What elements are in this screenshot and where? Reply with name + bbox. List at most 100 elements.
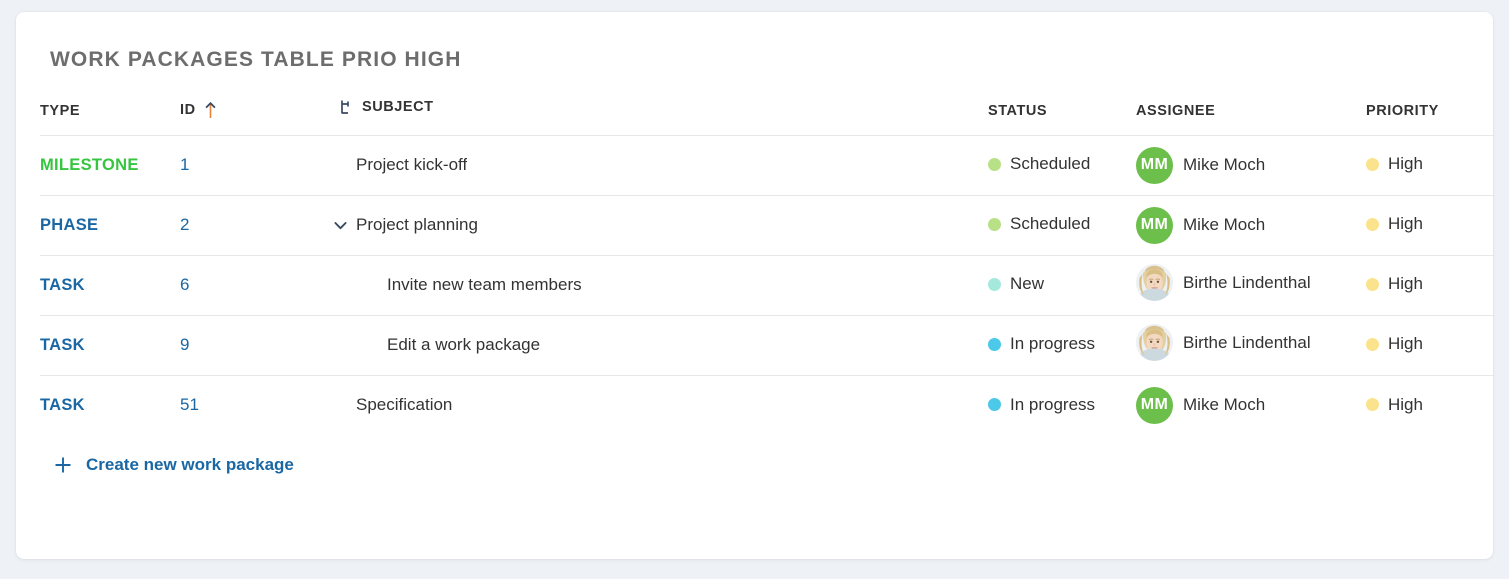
cell-assignee: Birthe Lindenthal — [1136, 254, 1366, 315]
subject-text[interactable]: Edit a work package — [387, 335, 540, 355]
cell-id: 1 — [180, 134, 320, 195]
work-package-id-link[interactable]: 1 — [180, 155, 189, 174]
subject-text[interactable]: Project planning — [356, 215, 478, 235]
cell-type: TASK — [40, 374, 180, 435]
priority-dot-icon — [1366, 157, 1379, 171]
table-row[interactable]: TASK 51 Specification In progress MM Mike Moc… — [40, 374, 1493, 435]
cell-status: Scheduled — [988, 134, 1136, 195]
priority-badge[interactable]: High — [1366, 154, 1423, 174]
status-label: Scheduled — [1010, 154, 1091, 174]
table-header: Type ID — [40, 99, 1493, 135]
table-row[interactable]: TASK 9 Edit a work package In progress B… — [40, 314, 1493, 375]
priority-dot-icon — [1366, 277, 1379, 291]
work-package-id-link[interactable]: 9 — [180, 335, 189, 354]
priority-badge[interactable]: High — [1366, 214, 1423, 234]
table-header-row: Type ID — [40, 99, 1493, 135]
cell-id: 6 — [180, 254, 320, 315]
work-packages-table-container: Type ID — [16, 99, 1493, 435]
avatar: MM — [1136, 146, 1173, 184]
assignee-name: Birthe Lindenthal — [1183, 272, 1311, 292]
assignee-name: Mike Moch — [1183, 215, 1266, 234]
cell-type: TASK — [40, 254, 180, 315]
assignee[interactable]: Birthe Lindenthal — [1136, 324, 1311, 361]
status-label: In progress — [1010, 334, 1096, 354]
type-link[interactable]: PHASE — [40, 216, 98, 234]
cell-subject: Project planning — [320, 194, 988, 255]
cell-type: TASK — [40, 314, 180, 375]
priority-label: High — [1388, 214, 1423, 234]
priority-label: High — [1388, 154, 1423, 174]
subject-text[interactable]: Invite new team members — [387, 275, 582, 295]
plus-icon — [54, 456, 72, 474]
column-header-id[interactable]: ID — [180, 99, 320, 135]
cell-assignee: MM Mike Moch — [1136, 134, 1366, 195]
table-row[interactable]: PHASE 2 Project planning Scheduled MM Mike Mo… — [40, 194, 1493, 255]
type-link[interactable]: MILESTONE — [40, 156, 139, 174]
column-header-priority[interactable]: Priority — [1366, 99, 1493, 135]
cell-type: PHASE — [40, 194, 180, 255]
page-background: Work packages table prio high Type — [0, 0, 1509, 579]
priority-label: High — [1388, 334, 1423, 354]
status-dot-icon — [988, 217, 1001, 231]
page-title: Work packages table prio high — [50, 48, 462, 71]
subject-text[interactable]: Specification — [356, 395, 452, 415]
cell-id: 51 — [180, 374, 320, 435]
cell-assignee: MM Mike Moch — [1136, 374, 1366, 435]
column-header-type[interactable]: Type — [40, 99, 180, 135]
column-header-assignee[interactable]: Assignee — [1136, 99, 1366, 135]
priority-dot-icon — [1366, 337, 1379, 351]
cell-status: In progress — [988, 314, 1136, 375]
create-work-package-row: Create new work package — [16, 435, 1493, 475]
assignee[interactable]: Birthe Lindenthal — [1136, 264, 1311, 301]
assignee[interactable]: MM Mike Moch — [1136, 386, 1265, 424]
type-link[interactable]: TASK — [40, 276, 85, 294]
cell-priority: High — [1366, 314, 1493, 375]
avatar — [1136, 324, 1173, 361]
column-header-id-label: ID — [180, 102, 196, 118]
status-badge[interactable]: In progress — [988, 334, 1095, 354]
status-label: Scheduled — [1010, 214, 1091, 234]
status-dot-icon — [988, 337, 1001, 351]
priority-dot-icon — [1366, 398, 1379, 411]
status-dot-icon — [988, 398, 1001, 411]
cell-status: New — [988, 254, 1136, 315]
create-new-work-package-button[interactable]: Create new work package — [54, 455, 294, 475]
table-row[interactable]: MILESTONE 1 Project kick-off Scheduled MM Mik… — [40, 134, 1493, 195]
assignee[interactable]: MM Mike Moch — [1136, 206, 1266, 244]
type-link[interactable]: TASK — [40, 396, 85, 414]
arrow-up-icon[interactable] — [205, 101, 216, 119]
cell-subject: Edit a work package — [320, 314, 988, 375]
status-badge[interactable]: Scheduled — [988, 154, 1090, 174]
priority-dot-icon — [1366, 217, 1379, 231]
column-header-subject[interactable]: Subject — [320, 99, 988, 135]
assignee[interactable]: MM Mike Moch — [1136, 146, 1266, 184]
cell-assignee: Birthe Lindenthal — [1136, 314, 1366, 375]
work-packages-card: Work packages table prio high Type — [16, 12, 1493, 559]
priority-label: High — [1388, 274, 1423, 294]
status-label: In progress — [1010, 394, 1096, 414]
work-package-id-link[interactable]: 51 — [180, 395, 199, 414]
chevron-down-icon[interactable] — [332, 217, 349, 234]
status-badge[interactable]: In progress — [988, 395, 1095, 415]
work-package-id-link[interactable]: 6 — [180, 275, 189, 294]
column-header-status[interactable]: Status — [988, 99, 1136, 135]
cell-subject: Specification — [320, 374, 988, 435]
hierarchy-icon[interactable] — [340, 100, 353, 115]
avatar — [1136, 264, 1173, 301]
assignee-name: Mike Moch — [1183, 155, 1266, 174]
priority-badge[interactable]: High — [1366, 395, 1423, 415]
table-row[interactable]: TASK 6 Invite new team members New Birth… — [40, 254, 1493, 315]
work-package-id-link[interactable]: 2 — [180, 215, 189, 234]
priority-badge[interactable]: High — [1366, 334, 1423, 354]
priority-badge[interactable]: High — [1366, 274, 1423, 294]
cell-status: In progress — [988, 374, 1136, 435]
avatar: MM — [1136, 386, 1173, 424]
subject-text[interactable]: Project kick-off — [356, 155, 467, 175]
table-body: MILESTONE 1 Project kick-off Scheduled MM Mik… — [40, 134, 1493, 435]
column-header-subject-label: Subject — [362, 99, 434, 115]
create-new-work-package-label: Create new work package — [86, 455, 294, 474]
status-badge[interactable]: New — [988, 274, 1044, 294]
priority-label: High — [1388, 394, 1423, 414]
status-badge[interactable]: Scheduled — [988, 214, 1090, 234]
type-link[interactable]: TASK — [40, 336, 85, 354]
